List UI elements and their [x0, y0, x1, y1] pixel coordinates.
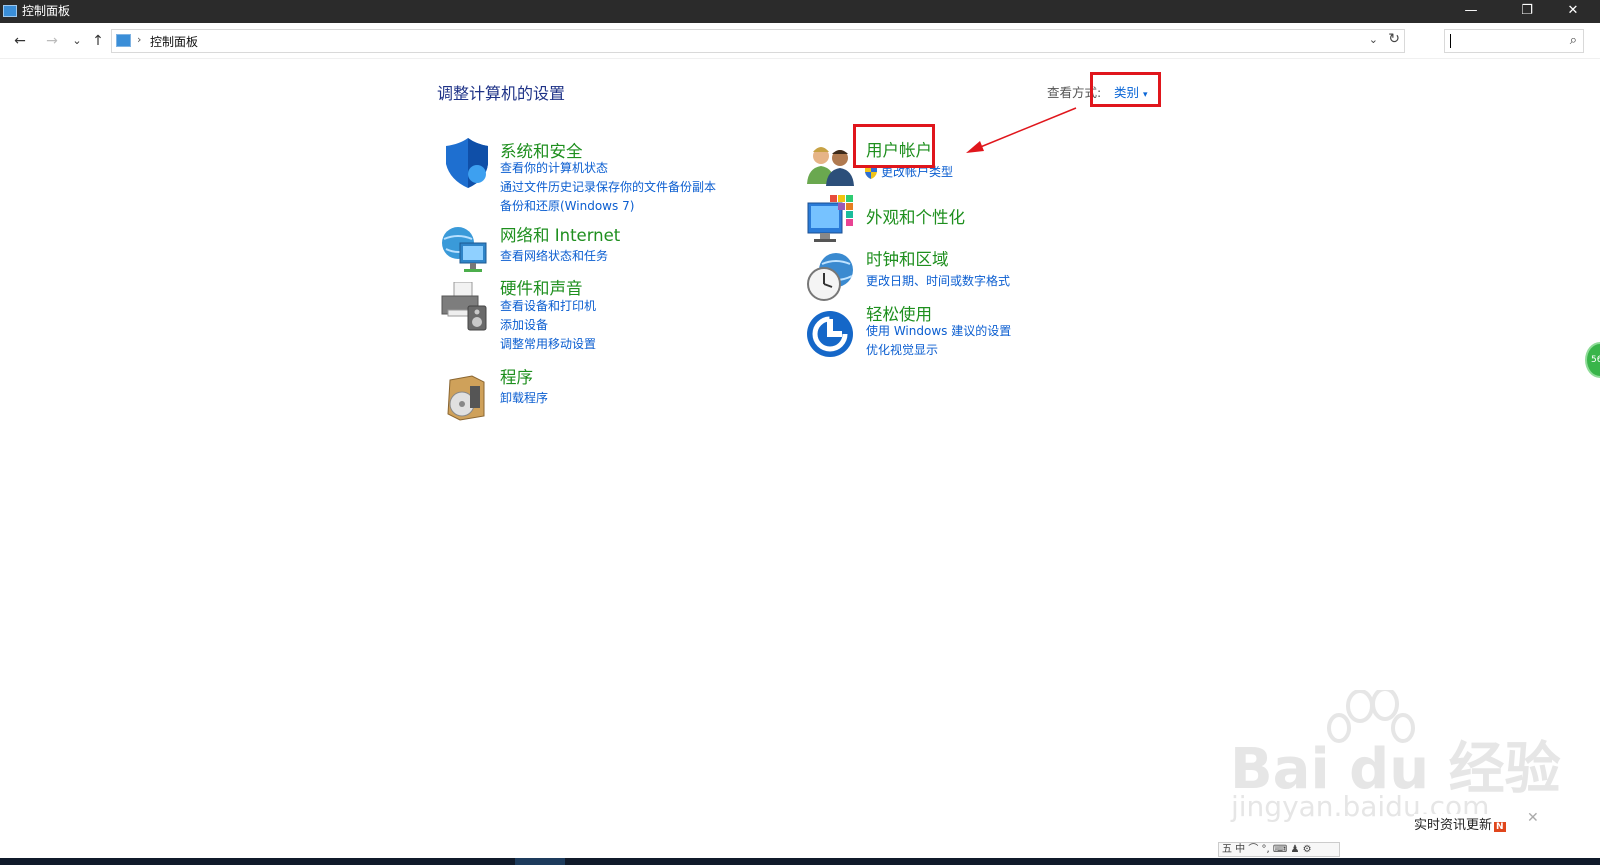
search-input[interactable]: ⌕ [1444, 29, 1584, 53]
restore-button[interactable]: ❐ [1504, 0, 1550, 23]
category-title[interactable]: 网络和 Internet [500, 222, 620, 246]
category-title[interactable]: 硬件和声音 [500, 275, 583, 299]
title-bar: 控制面板 — ❐ ✕ [0, 0, 1600, 23]
category-link[interactable]: 更改日期、时间或数字格式 [866, 272, 1010, 289]
category-title[interactable]: 时钟和区域 [866, 246, 949, 270]
category-link[interactable]: 备份和还原(Windows 7) [500, 197, 634, 214]
control-panel-icon [116, 34, 131, 47]
category-link[interactable]: 卸载程序 [500, 389, 548, 406]
taskbar [0, 858, 1600, 865]
up-button[interactable]: ↑ [88, 32, 108, 50]
news-popup[interactable]: 实时资讯更新 N [1414, 814, 1506, 833]
window-title: 控制面板 [22, 4, 71, 18]
category-link[interactable]: 查看你的计算机状态 [500, 159, 608, 176]
taskbar-active-item[interactable] [515, 858, 565, 865]
back-button[interactable]: ← [10, 32, 30, 50]
category-link[interactable]: 通过文件历史记录保存你的文件备份副本 [500, 178, 716, 195]
users-icon[interactable] [806, 140, 856, 190]
floating-badge[interactable]: 56 [1585, 342, 1600, 378]
refresh-button[interactable]: ↻ [1388, 31, 1400, 47]
category-link[interactable]: 优化视觉显示 [866, 341, 938, 358]
minimize-button[interactable]: — [1448, 0, 1494, 23]
printer-speaker-icon[interactable] [440, 282, 490, 332]
control-panel-icon [3, 5, 17, 17]
shield-icon[interactable] [440, 138, 490, 188]
text-caret [1450, 34, 1451, 48]
chevron-down-icon[interactable]: ⌄ [1369, 33, 1378, 46]
highlight-user-accounts [853, 124, 935, 168]
category-link[interactable]: 添加设备 [500, 316, 548, 333]
news-badge: N [1494, 822, 1506, 832]
breadcrumb-separator[interactable]: › [137, 33, 141, 46]
appearance-monitor-icon[interactable] [806, 195, 856, 245]
ease-of-access-icon[interactable] [806, 310, 856, 360]
category-link[interactable]: 调整常用移动设置 [500, 335, 596, 352]
category-link[interactable]: 使用 Windows 建议的设置 [866, 322, 1011, 339]
category-title[interactable]: 外观和个性化 [866, 204, 965, 228]
search-icon[interactable]: ⌕ [1570, 33, 1577, 48]
ime-toolbar[interactable]: 五 中 ⌒ °, ⌨ ♟ ⚙ [1218, 842, 1340, 857]
recent-locations-button[interactable]: ⌄ [67, 32, 87, 50]
category-link[interactable]: 查看网络状态和任务 [500, 247, 608, 264]
forward-button[interactable]: → [42, 32, 62, 50]
network-globe-icon[interactable] [440, 225, 490, 275]
highlight-view-by [1090, 72, 1161, 107]
programs-disc-icon[interactable] [442, 372, 492, 422]
close-icon[interactable]: ✕ [1527, 810, 1539, 826]
path-box[interactable]: › 控制面板 ⌄ ↻ [111, 29, 1405, 53]
clock-globe-icon[interactable] [806, 252, 856, 302]
category-title[interactable]: 程序 [500, 364, 533, 388]
category-link[interactable]: 查看设备和打印机 [500, 297, 596, 314]
breadcrumb-control-panel[interactable]: 控制面板 [150, 33, 198, 50]
close-button[interactable]: ✕ [1550, 0, 1596, 23]
address-bar: ← → ⌄ ↑ › 控制面板 ⌄ ↻ ⌕ [0, 23, 1600, 59]
news-text[interactable]: 实时资讯更新 [1414, 818, 1492, 833]
page-title: 调整计算机的设置 [437, 84, 566, 103]
